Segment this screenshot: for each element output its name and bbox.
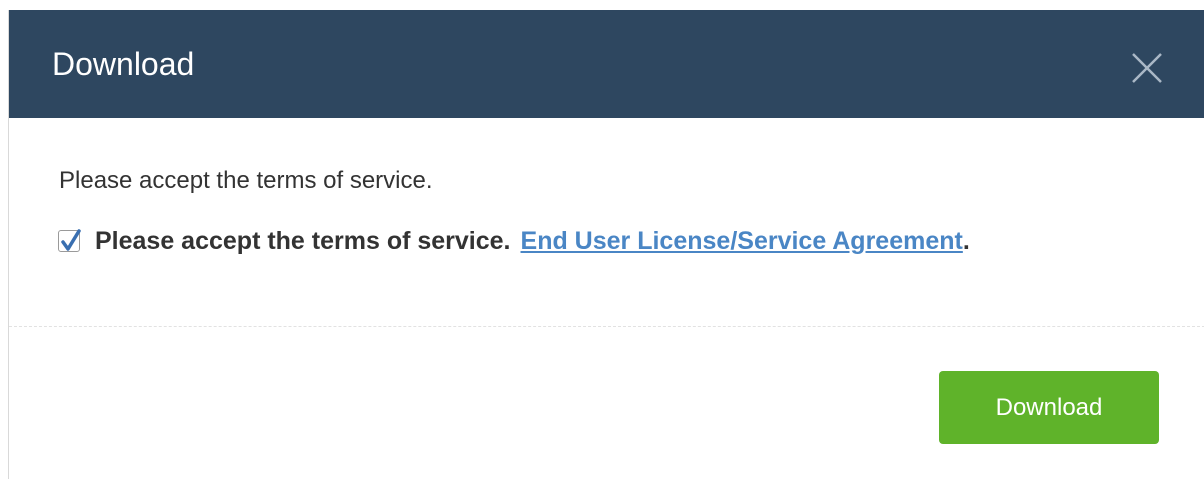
checkmark-icon — [61, 229, 81, 251]
terms-row: Please accept the terms of service. End … — [58, 225, 970, 257]
download-button[interactable]: Download — [939, 371, 1159, 444]
dialog-header: Download — [9, 10, 1204, 118]
download-dialog: Download Please accept the terms of serv… — [8, 10, 1204, 479]
footer-divider — [9, 326, 1204, 327]
terms-period: . — [962, 227, 970, 255]
close-button[interactable] — [1129, 50, 1165, 86]
terms-checkbox[interactable] — [58, 229, 81, 252]
terms-label: Please accept the terms of service. — [95, 227, 511, 255]
eula-link[interactable]: End User License/Service Agreement — [521, 225, 963, 257]
dialog-title: Download — [52, 46, 195, 82]
close-icon — [1132, 53, 1162, 83]
dialog-message: Please accept the terms of service. — [59, 167, 433, 194]
